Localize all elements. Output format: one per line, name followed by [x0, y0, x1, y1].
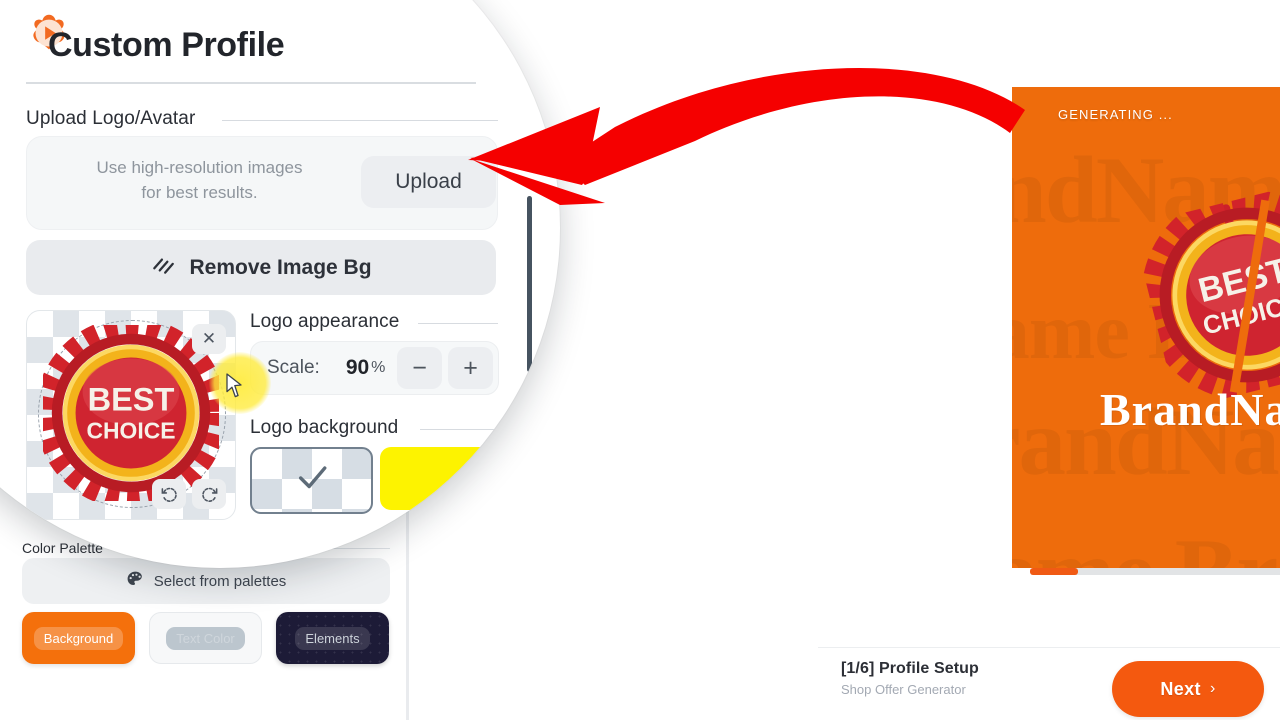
next-button-label: Next [1160, 678, 1201, 699]
chevron-right-icon: › [1209, 680, 1216, 697]
logo-badge-line2: CHOICE [87, 418, 176, 444]
scale-value: 90 [345, 356, 370, 379]
rotate-left-icon[interactable] [152, 479, 186, 509]
upload-section-label: Upload Logo/Avatar [26, 108, 205, 130]
chip-background[interactable]: Background [22, 612, 135, 664]
upload-hint-line2: for best results. [141, 183, 258, 202]
panel-scrollbar-thumb[interactable] [527, 196, 532, 372]
screen: Color Palette Select from palettes Backg… [0, 0, 1280, 720]
logo-appearance-rule [418, 323, 498, 324]
uploaded-logo-image: BEST CHOICE [35, 317, 227, 509]
preview-brand-title: BrandName [1100, 384, 1280, 435]
upload-hint-line1: Use high-resolution images [96, 158, 303, 177]
preview-canvas[interactable]: BrandName Brand andName BrandName BrandN… [1012, 87, 1280, 568]
close-icon[interactable]: ✕ [192, 324, 226, 354]
logo-background-label: Logo background [250, 417, 408, 439]
logo-preview-tile[interactable]: BEST CHOICE ✕ [26, 310, 236, 520]
upload-hint: Use high-resolution images for best resu… [67, 155, 332, 205]
chip-text-color[interactable]: Text Color [149, 612, 262, 664]
rotate-right-icon[interactable] [192, 479, 226, 509]
upload-card: Use high-resolution images for best resu… [26, 136, 498, 230]
scale-label: Scale: [267, 357, 320, 378]
check-icon [290, 461, 334, 500]
generation-progress-track [1030, 568, 1280, 575]
chip-background-label: Background [33, 626, 124, 650]
generating-status: GENERATING ... [1058, 107, 1173, 122]
remove-image-bg-label: Remove Image Bg [189, 255, 372, 279]
logo-appearance-label: Logo appearance [250, 311, 409, 333]
logo-background-rule [420, 429, 498, 430]
chip-elements-label: Elements [295, 626, 370, 650]
next-button[interactable]: Next › [1112, 661, 1264, 717]
preview-logo-badge: BEST CHOICE [1132, 180, 1280, 410]
remove-image-bg-button[interactable]: Remove Image Bg [26, 240, 496, 295]
chip-text-color-label: Text Color [166, 626, 245, 650]
palette-chip-row: Background Text Color Elements [22, 612, 390, 664]
mouse-pointer-icon [226, 373, 244, 399]
preview-canvas-wrapper: BrandName Brand andName BrandName BrandN… [1012, 87, 1280, 575]
select-palette-label: Select from palettes [153, 572, 287, 590]
minus-icon[interactable]: − [397, 347, 442, 389]
step-title: [1/6] Profile Setup [841, 660, 979, 677]
step-subtitle: Shop Offer Generator [841, 682, 966, 697]
generation-progress-fill [1030, 568, 1078, 575]
logo-bg-transparent-swatch[interactable] [250, 447, 373, 514]
chip-elements[interactable]: Elements [276, 612, 389, 664]
watermark-row: ndName BrandNam [1012, 517, 1280, 568]
annotation-arrow [440, 55, 1040, 215]
title-divider [26, 82, 476, 84]
scale-unit: % [371, 359, 386, 376]
page-title: Custom Profile [48, 26, 285, 64]
logo-bg-yellow-swatch[interactable] [380, 447, 499, 510]
diagonal-stripes-icon [150, 252, 176, 284]
logo-badge-line1: BEST [88, 381, 175, 417]
palette-icon [126, 570, 145, 593]
bottom-bar: [1/6] Profile Setup Shop Offer Generator… [818, 647, 1280, 720]
scale-control: Scale: 90 % − + [250, 341, 499, 395]
plus-icon[interactable]: + [448, 347, 493, 389]
